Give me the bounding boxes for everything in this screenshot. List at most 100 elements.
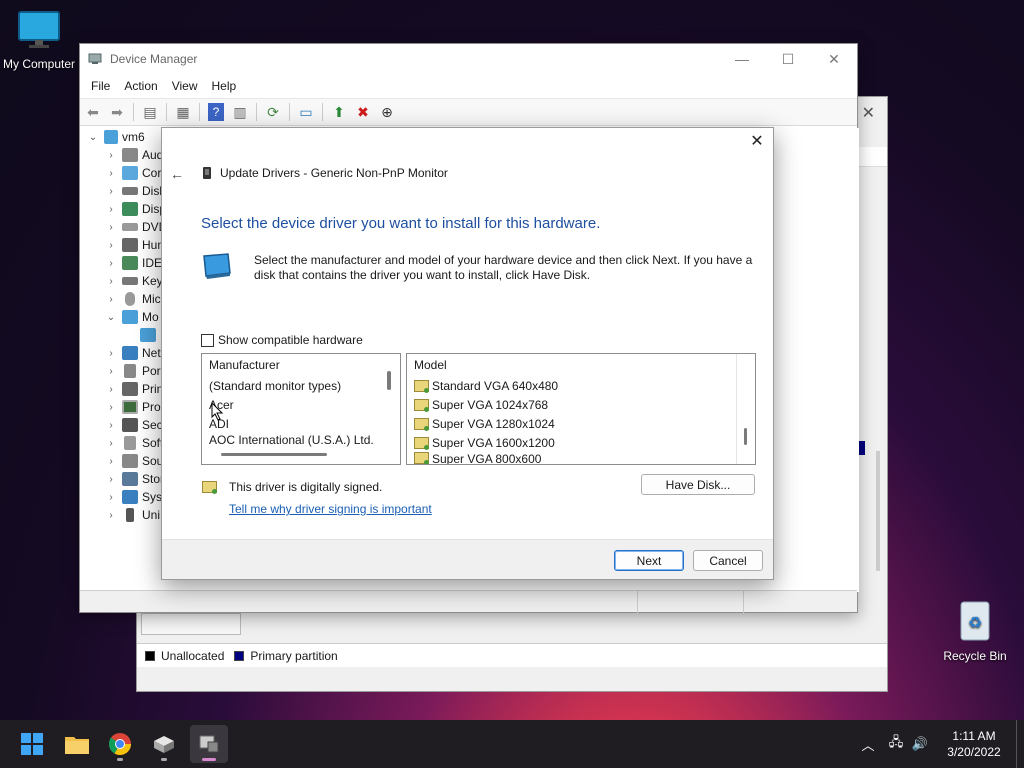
- disable-device-icon[interactable]: ⊕: [376, 101, 398, 123]
- properties-icon[interactable]: ▦: [172, 101, 194, 123]
- update-driver-icon[interactable]: ⬆: [328, 101, 350, 123]
- tree-item-ports[interactable]: › Por: [104, 362, 161, 380]
- tree-item-mice[interactable]: › Mic: [104, 290, 161, 308]
- have-disk-button[interactable]: Have Disk...: [641, 474, 755, 495]
- menu-file[interactable]: File: [84, 79, 117, 93]
- bg-scrollbar[interactable]: [876, 451, 880, 571]
- chevron-right-icon[interactable]: ›: [104, 186, 118, 197]
- checkbox-box[interactable]: [201, 333, 214, 347]
- tree-root[interactable]: ⌄ vm6: [86, 128, 145, 146]
- chevron-right-icon[interactable]: ›: [104, 276, 118, 287]
- tree-item-label: Cor: [142, 166, 162, 180]
- chevron-right-icon[interactable]: ›: [104, 510, 118, 521]
- chevron-right-icon[interactable]: ›: [104, 150, 118, 161]
- model-item[interactable]: Super VGA 1024x768: [407, 395, 755, 414]
- chevron-right-icon[interactable]: ›: [104, 474, 118, 485]
- monitor-icon[interactable]: ▭: [295, 101, 317, 123]
- horizontal-scrollbar[interactable]: [221, 453, 327, 456]
- chevron-right-icon[interactable]: ›: [104, 492, 118, 503]
- network-icon[interactable]: 🖧: [884, 733, 908, 755]
- ide-controller-icon: [122, 256, 138, 270]
- manufacturer-item[interactable]: ADI: [202, 414, 400, 433]
- tree-item-network[interactable]: › Net: [104, 344, 161, 362]
- show-compatible-checkbox[interactable]: Show compatible hardware: [201, 333, 363, 347]
- tree-item-disk[interactable]: › Disk: [104, 182, 165, 200]
- tree-item-display[interactable]: › Disp: [104, 200, 166, 218]
- manufacturer-item[interactable]: Acer: [202, 395, 400, 414]
- tree-item-audio[interactable]: › Aud: [104, 146, 163, 164]
- vertical-scrollbar[interactable]: [387, 371, 391, 390]
- forward-arrow-icon[interactable]: ➡: [106, 101, 128, 123]
- chevron-right-icon[interactable]: ›: [104, 222, 118, 233]
- tree-item-generic-monitor[interactable]: [136, 326, 160, 344]
- model-item[interactable]: Super VGA 1600x1200: [407, 433, 755, 452]
- chevron-right-icon[interactable]: ›: [104, 366, 118, 377]
- file-explorer-button[interactable]: [58, 725, 96, 763]
- computer-management-button[interactable]: [190, 725, 228, 763]
- close-icon[interactable]: ✕: [749, 134, 765, 150]
- chevron-right-icon[interactable]: ›: [104, 258, 118, 269]
- tree-item-processors[interactable]: › Pro: [104, 398, 161, 416]
- tree-item-hid[interactable]: › Hum: [104, 236, 167, 254]
- maximize-icon[interactable]: ☐: [765, 44, 811, 74]
- vertical-scrollbar[interactable]: [744, 428, 747, 445]
- model-item[interactable]: Super VGA 1280x1024: [407, 414, 755, 433]
- next-button[interactable]: Next: [614, 550, 684, 571]
- chevron-right-icon[interactable]: ›: [104, 240, 118, 251]
- menu-action[interactable]: Action: [117, 79, 164, 93]
- chevron-right-icon[interactable]: ›: [104, 348, 118, 359]
- tree-item-keyboards[interactable]: › Key: [104, 272, 162, 290]
- back-arrow-icon[interactable]: ⬅: [82, 101, 104, 123]
- chevron-right-icon[interactable]: ›: [104, 402, 118, 413]
- tree-item-security[interactable]: › Sec: [104, 416, 163, 434]
- model-item[interactable]: Standard VGA 640x480: [407, 376, 755, 395]
- tree-item-software[interactable]: › Soft: [104, 434, 163, 452]
- chevron-right-icon[interactable]: ›: [104, 294, 118, 305]
- back-arrow-icon[interactable]: ←: [170, 166, 184, 182]
- chevron-right-icon[interactable]: ›: [104, 456, 118, 467]
- close-icon[interactable]: ✕: [862, 103, 875, 123]
- tree-item-system[interactable]: › Syst: [104, 488, 165, 506]
- desktop-icon-my-computer[interactable]: My Computer: [0, 10, 81, 71]
- tree-item-computer[interactable]: › Cor: [104, 164, 161, 182]
- chevron-right-icon[interactable]: ›: [104, 420, 118, 431]
- model-item[interactable]: Super VGA 800x600: [407, 452, 755, 464]
- volume-icon[interactable]: 🔊: [908, 736, 932, 752]
- device-app-button[interactable]: [145, 725, 183, 763]
- action-pane-icon[interactable]: ▥: [229, 101, 251, 123]
- model-list[interactable]: Model Standard VGA 640x480 Super VGA 102…: [406, 353, 756, 465]
- start-button[interactable]: [13, 725, 51, 763]
- help-icon[interactable]: ?: [208, 103, 224, 121]
- tree-item-storage[interactable]: › Stor: [104, 470, 164, 488]
- tree-item-monitors[interactable]: ⌄ Mo: [104, 308, 159, 326]
- manufacturer-item[interactable]: AOC International (U.S.A.) Ltd.: [202, 433, 400, 447]
- desktop-icon-recycle-bin[interactable]: ♻ Recycle Bin: [933, 598, 1017, 663]
- show-desktop-button[interactable]: [1016, 720, 1024, 768]
- tree-item-printers[interactable]: › Prin: [104, 380, 163, 398]
- manufacturer-list[interactable]: Manufacturer (Standard monitor types) Ac…: [201, 353, 401, 465]
- tree-item-usb[interactable]: › Uni: [104, 506, 160, 524]
- clock[interactable]: 1:11 AM 3/20/2022: [932, 728, 1016, 760]
- chevron-right-icon[interactable]: ›: [104, 438, 118, 449]
- chrome-button[interactable]: [101, 725, 139, 763]
- chevron-up-icon[interactable]: ︿: [856, 735, 880, 754]
- chevron-right-icon[interactable]: ›: [104, 168, 118, 179]
- tree-item-ide[interactable]: › IDE: [104, 254, 162, 272]
- tree-item-sound[interactable]: › Sou: [104, 452, 163, 470]
- chevron-down-icon[interactable]: ⌄: [104, 312, 118, 323]
- chevron-right-icon[interactable]: ›: [104, 204, 118, 215]
- driver-signing-link[interactable]: Tell me why driver signing is important: [229, 502, 432, 516]
- chevron-down-icon[interactable]: ⌄: [86, 132, 100, 143]
- close-icon[interactable]: ✕: [811, 44, 857, 74]
- manufacturer-item[interactable]: (Standard monitor types): [202, 376, 400, 395]
- tree-item-dvd[interactable]: › DVD: [104, 218, 167, 236]
- uninstall-icon[interactable]: ✖: [352, 101, 374, 123]
- chevron-right-icon[interactable]: ›: [104, 384, 118, 395]
- show-hide-console-icon[interactable]: ▤: [139, 101, 161, 123]
- minimize-icon[interactable]: —: [719, 44, 765, 74]
- bg-partition-bar: [859, 441, 865, 455]
- cancel-button[interactable]: Cancel: [693, 550, 763, 571]
- menu-view[interactable]: View: [165, 79, 205, 93]
- menu-help[interactable]: Help: [205, 79, 244, 93]
- scan-hardware-icon[interactable]: ⟳: [262, 101, 284, 123]
